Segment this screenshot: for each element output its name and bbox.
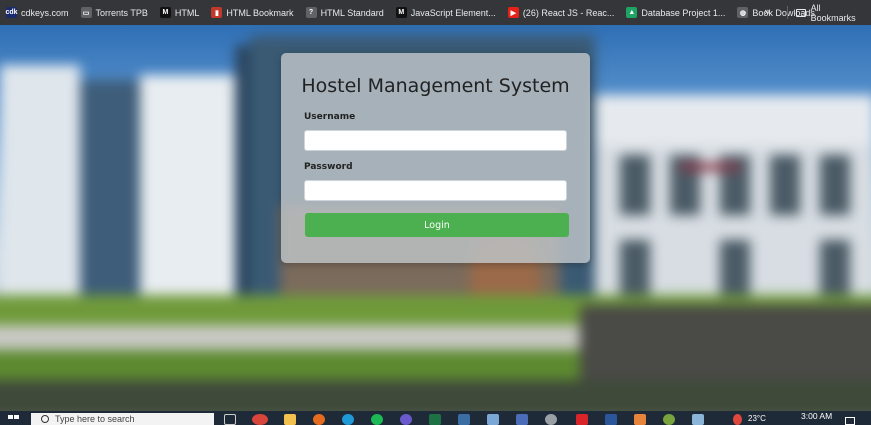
taskbar-search-placeholder: Type here to search — [55, 414, 135, 424]
password-label: Password — [304, 162, 353, 172]
taskbar-search-box[interactable]: Type here to search — [31, 413, 214, 425]
bookmark-item[interactable]: ▶ (26) React JS - Reac... — [507, 7, 615, 18]
bookmark-label: HTML Bookmark — [226, 7, 294, 18]
windows-start-button[interactable] — [8, 415, 20, 425]
bookmark-label: HTML — [174, 7, 200, 18]
bookmark-item[interactable]: ▲ Database Project 1... — [626, 7, 725, 18]
bookmark-item[interactable]: ▭ Torrents TPB — [80, 7, 148, 18]
app-icon[interactable] — [487, 414, 499, 425]
bookmark-label: Database Project 1... — [641, 7, 726, 18]
search-icon — [41, 415, 49, 423]
app-icon[interactable] — [663, 414, 675, 425]
bookmark-item[interactable]: ▮ HTML Bookmark — [211, 7, 294, 18]
bookmark-label: Torrents TPB — [95, 7, 148, 18]
task-view-icon[interactable] — [224, 414, 236, 425]
bookmark-item[interactable]: cdk cdkeys.com — [5, 7, 69, 18]
folder-icon — [796, 8, 806, 17]
firefox-icon[interactable] — [313, 414, 325, 425]
bookmark-item[interactable]: M JavaScript Element... — [395, 7, 496, 18]
youtube-icon: ▶ — [507, 7, 519, 18]
edge-icon[interactable] — [342, 414, 354, 425]
file-explorer-icon[interactable] — [284, 414, 296, 425]
app-icon[interactable] — [400, 414, 412, 425]
app-icon[interactable] — [516, 414, 528, 425]
chrome-icon[interactable] — [252, 414, 268, 425]
google-drive-icon: ▲ — [626, 7, 638, 18]
password-input[interactable] — [304, 180, 567, 201]
more-bookmarks-button[interactable]: » — [764, 5, 771, 18]
login-button[interactable]: Login — [305, 213, 569, 237]
html-bookmark-icon: ▮ — [211, 7, 223, 18]
app-icon[interactable] — [692, 414, 704, 425]
question-icon: ? — [305, 7, 317, 18]
app-icon[interactable] — [576, 414, 588, 425]
bookmark-label: JavaScript Element... — [410, 7, 496, 18]
app-icon[interactable] — [458, 414, 470, 425]
notification-icon[interactable] — [845, 417, 855, 425]
bookmark-label: HTML Standard — [320, 7, 384, 18]
page-title: Hostel Management System — [301, 75, 570, 97]
login-card: Hostel Management System Username Passwo… — [281, 53, 590, 263]
all-bookmarks-label: All Bookmarks — [810, 2, 856, 23]
bookmark-label: (26) React JS - Reac... — [522, 7, 615, 18]
word-icon[interactable] — [605, 414, 617, 425]
monitor-icon: ▭ — [80, 7, 92, 18]
taskbar-clock[interactable]: 3:00 AM — [801, 411, 832, 421]
app-icon[interactable] — [634, 414, 646, 425]
bookmarks-bar: cdk cdkeys.com ▭ Torrents TPB M HTML ▮ HTML Boo… — [0, 0, 871, 25]
bookmark-item[interactable]: ? HTML Standard — [305, 7, 384, 18]
cdkeys-icon: cdk — [5, 7, 18, 18]
all-bookmarks-button[interactable]: All Bookmarks — [796, 0, 859, 25]
spotify-icon[interactable] — [371, 414, 383, 425]
excel-icon[interactable] — [429, 414, 441, 425]
username-label: Username — [304, 112, 356, 122]
taskbar: Type here to search 23°C 3:00 AM — [0, 411, 871, 425]
globe-icon: ◍ — [737, 7, 749, 18]
username-input[interactable] — [304, 130, 567, 151]
bookmarks-divider — [787, 6, 788, 19]
bookmark-label: cdkeys.com — [21, 7, 69, 18]
medium-icon: M — [395, 7, 407, 18]
app-icon[interactable] — [545, 414, 557, 425]
weather-temperature: 23°C — [748, 414, 766, 423]
bookmark-item[interactable]: M HTML — [159, 7, 200, 18]
medium-icon: M — [159, 7, 171, 18]
weather-icon — [733, 414, 742, 425]
